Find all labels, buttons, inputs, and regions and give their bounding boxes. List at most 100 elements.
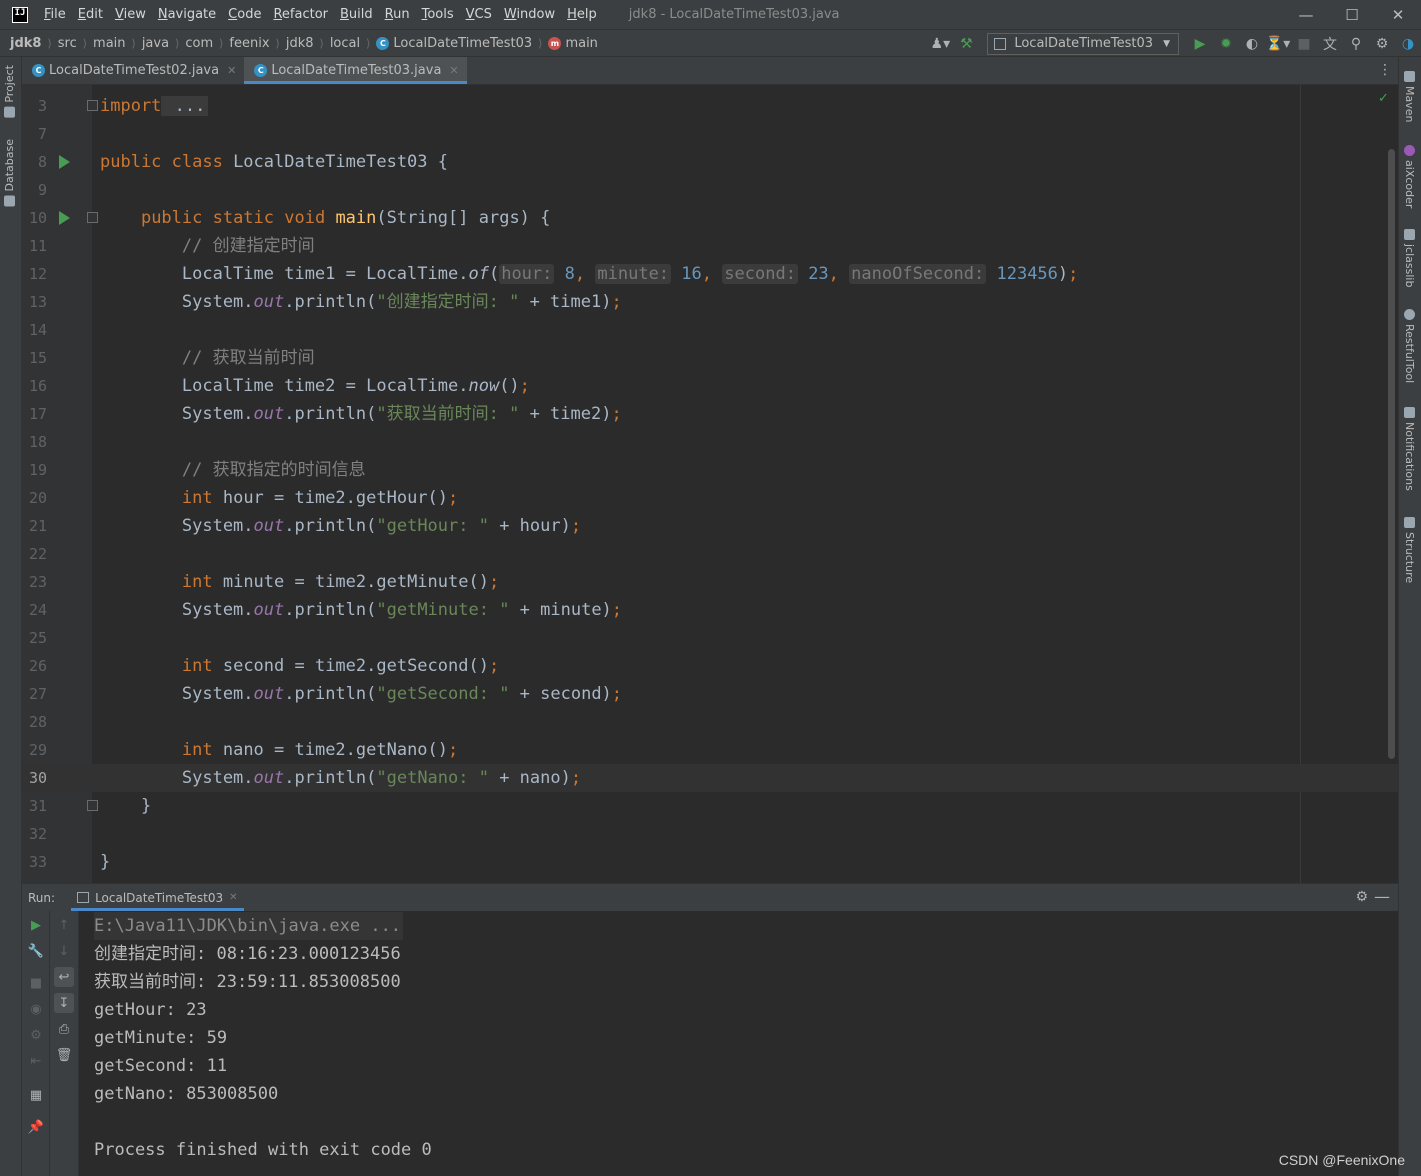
code-line[interactable]: 29 int nano = time2.getNano();	[22, 736, 1398, 764]
settings-dim-icon[interactable]: ⚙	[26, 1025, 46, 1045]
breadcrumb-item[interactable]: com	[185, 36, 213, 51]
code-line[interactable]: 25	[22, 624, 1398, 652]
coverage-icon[interactable]: ◐	[1239, 31, 1265, 57]
trash-icon[interactable]: 🗑	[54, 1045, 74, 1065]
menu-item-tools[interactable]: Tools	[422, 7, 454, 22]
code-line[interactable]: 12 LocalTime time1 = LocalTime.of(hour: …	[22, 260, 1398, 288]
more-tabs-icon[interactable]: ⋮	[1378, 62, 1392, 78]
user-icon[interactable]: ♟▾	[927, 31, 953, 57]
code-line[interactable]: 28	[22, 708, 1398, 736]
code-line[interactable]: 21 System.out.println("getHour: " + hour…	[22, 512, 1398, 540]
code-line[interactable]: 3 import ...	[22, 92, 1398, 120]
close-tab-icon[interactable]: ✕	[229, 892, 237, 903]
exit-icon[interactable]: ⇤	[26, 1051, 46, 1071]
code-line[interactable]: 31 }	[22, 792, 1398, 820]
wrench-icon[interactable]: 🔧	[26, 941, 46, 961]
breadcrumb-item[interactable]: src	[58, 36, 77, 51]
breadcrumb-item[interactable]: jdk8	[10, 36, 41, 51]
menu-item-view[interactable]: View	[115, 7, 146, 22]
profile-icon[interactable]: ⏳▾	[1265, 31, 1291, 57]
debug-icon[interactable]: ✹	[1213, 31, 1239, 57]
code-line[interactable]: 27 System.out.println("getSecond: " + se…	[22, 680, 1398, 708]
tool-window-maven[interactable]: Maven	[1403, 67, 1416, 122]
breadcrumb-item[interactable]: feenix	[229, 36, 269, 51]
fold-marker-icon[interactable]	[87, 800, 98, 811]
soft-wrap-icon[interactable]: ↩	[54, 967, 74, 987]
menu-item-vcs[interactable]: VCS	[466, 7, 492, 22]
scroll-to-end-icon[interactable]: ↧	[54, 993, 74, 1013]
tool-window-database[interactable]: Database	[3, 139, 16, 211]
run-console-output[interactable]: E:\Java11\JDK\bin\java.exe ... 创建指定时间: 08…	[79, 911, 1398, 1176]
breadcrumb-item[interactable]: main	[93, 36, 125, 51]
gear-icon[interactable]: ⚙	[1355, 889, 1368, 905]
menu-item-navigate[interactable]: Navigate	[158, 7, 216, 22]
fold-marker-icon[interactable]	[87, 100, 98, 111]
breadcrumb-item[interactable]: java	[142, 36, 169, 51]
run-gutter-icon[interactable]	[59, 155, 70, 169]
tool-window-jclasslib[interactable]: jclasslib	[1403, 225, 1416, 287]
folded-code[interactable]: ...	[161, 96, 209, 116]
code-line[interactable]: 18	[22, 428, 1398, 456]
minimize-panel-icon[interactable]: —	[1374, 887, 1390, 906]
code-line[interactable]: 14	[22, 316, 1398, 344]
code-line[interactable]: 22	[22, 540, 1398, 568]
breadcrumb-item[interactable]: m main	[548, 36, 598, 51]
code-line[interactable]: 24 System.out.println("getMinute: " + mi…	[22, 596, 1398, 624]
intellij-logo-icon[interactable]: IJ	[12, 6, 28, 23]
code-line[interactable]: 17 System.out.println("获取当前时间: " + time2…	[22, 400, 1398, 428]
translate-icon[interactable]: 文	[1317, 31, 1343, 57]
camera-icon[interactable]: ◉	[26, 999, 46, 1019]
code-line[interactable]: 20 int hour = time2.getHour();	[22, 484, 1398, 512]
run-configuration-selector[interactable]: LocalDateTimeTest03 ▼	[987, 32, 1179, 55]
menu-item-code[interactable]: Code	[228, 7, 261, 22]
pin-icon[interactable]: 📌	[26, 1117, 46, 1137]
gear-icon[interactable]: ⚙	[1369, 31, 1395, 57]
code-line[interactable]: 11 // 创建指定时间	[22, 232, 1398, 260]
menu-item-file[interactable]: File	[44, 7, 66, 22]
run-icon[interactable]: ▶	[1187, 31, 1213, 57]
tool-window-structure[interactable]: Structure	[1403, 513, 1416, 583]
code-line[interactable]: 8 public class LocalDateTimeTest03 {	[22, 148, 1398, 176]
menu-item-refactor[interactable]: Refactor	[273, 7, 328, 22]
stop-icon[interactable]: ■	[1291, 31, 1317, 57]
plugin-icon[interactable]: ◑	[1395, 31, 1421, 57]
code-line[interactable]: 13 System.out.println("创建指定时间: " + time1…	[22, 288, 1398, 316]
code-line[interactable]: 26 int second = time2.getSecond();	[22, 652, 1398, 680]
print-icon[interactable]: ⎙	[54, 1019, 74, 1039]
inspection-ok-check-icon[interactable]: ✓	[1378, 91, 1389, 106]
menu-item-run[interactable]: Run	[385, 7, 410, 22]
breadcrumb-item[interactable]: C LocalDateTimeTest03	[376, 36, 532, 51]
code-line[interactable]: 32	[22, 820, 1398, 848]
stop-icon[interactable]: ■	[26, 973, 46, 993]
code-line[interactable]: 30 System.out.println("getNano: " + nano…	[22, 764, 1398, 792]
breadcrumb-item[interactable]: jdk8	[286, 36, 314, 51]
code-line[interactable]: 19 // 获取指定的时间信息	[22, 456, 1398, 484]
code-line[interactable]: 7	[22, 120, 1398, 148]
code-line[interactable]: 9	[22, 176, 1398, 204]
close-tab-icon[interactable]: ✕	[449, 64, 458, 77]
menu-item-edit[interactable]: Edit	[78, 7, 103, 22]
tab-localdatetimetest02[interactable]: C LocalDateTimeTest02.java ✕	[22, 57, 244, 84]
fold-marker-icon[interactable]	[87, 212, 98, 223]
maximize-window-button[interactable]: ☐	[1329, 0, 1375, 29]
run-tab-localdatetimetest03[interactable]: LocalDateTimeTest03 ✕	[71, 884, 244, 911]
run-gutter-icon[interactable]	[59, 211, 70, 225]
code-editor[interactable]: 3 import ... 7 8 public class LocalDateTimeT…	[22, 85, 1398, 883]
code-line[interactable]: 15 // 获取当前时间	[22, 344, 1398, 372]
arrow-down-icon[interactable]: ↓	[54, 941, 74, 961]
tool-window-restfultool[interactable]: RestfulTool	[1403, 305, 1416, 383]
code-line[interactable]: 33}	[22, 848, 1398, 876]
menu-item-help[interactable]: Help	[567, 7, 597, 22]
menu-item-build[interactable]: Build	[340, 7, 373, 22]
layout-icon[interactable]: ▦	[26, 1085, 46, 1105]
search-icon[interactable]: ⚲	[1343, 31, 1369, 57]
tab-localdatetimetest03[interactable]: C LocalDateTimeTest03.java ✕	[244, 57, 467, 84]
close-window-button[interactable]: ✕	[1375, 0, 1421, 29]
menu-item-window[interactable]: Window	[504, 7, 555, 22]
tool-window-project[interactable]: Project	[3, 65, 16, 122]
build-hammer-icon[interactable]: ⚒	[953, 31, 979, 57]
breadcrumb-item[interactable]: local	[330, 36, 360, 51]
editor-scrollbar[interactable]	[1388, 149, 1395, 759]
code-line[interactable]: 16 LocalTime time2 = LocalTime.now();	[22, 372, 1398, 400]
tool-window-notifications[interactable]: Notifications	[1403, 403, 1416, 491]
